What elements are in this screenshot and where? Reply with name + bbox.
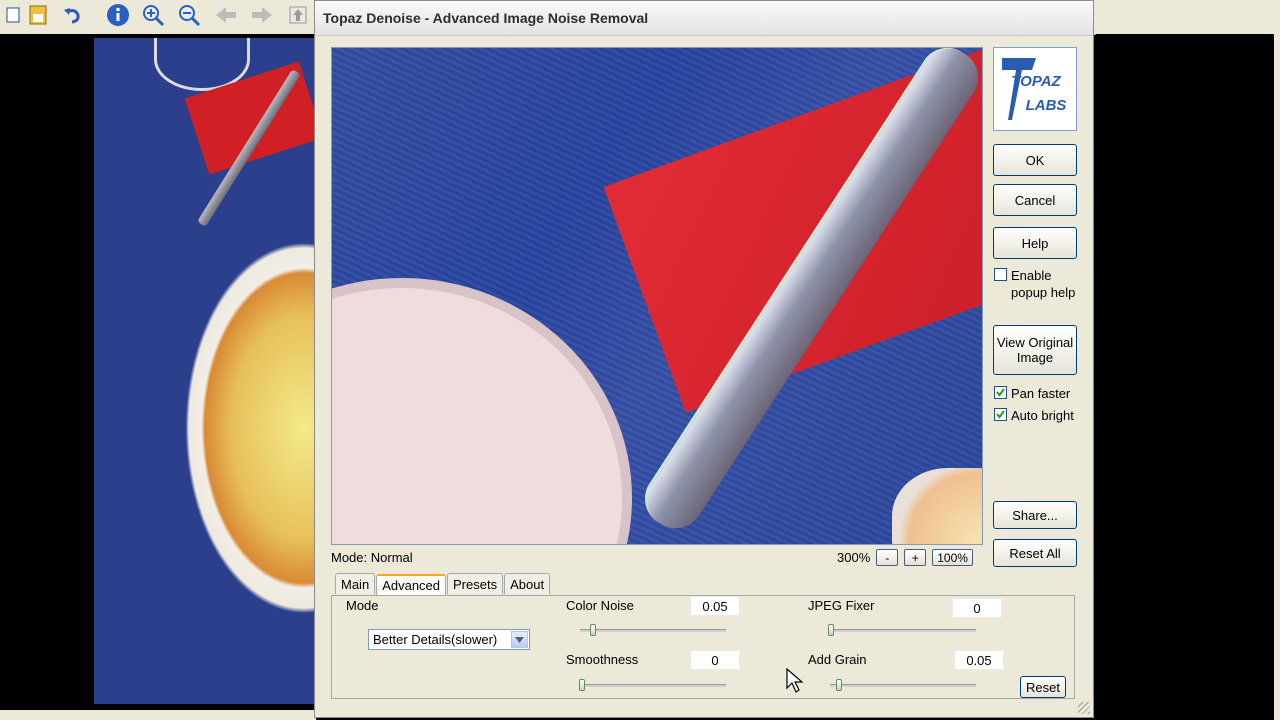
smoothness-slider-track[interactable]: [580, 684, 726, 687]
help-button[interactable]: Help: [993, 227, 1077, 259]
back-arrow-icon[interactable]: [212, 2, 240, 28]
zoom-100-button[interactable]: 100%: [932, 549, 973, 566]
share-button[interactable]: Share...: [993, 501, 1077, 529]
color-noise-label: Color Noise: [566, 598, 634, 613]
auto-bright-checkbox[interactable]: Auto bright: [994, 408, 1074, 423]
mode-label: Mode: [346, 598, 379, 613]
zoom-out-button[interactable]: -: [876, 549, 899, 566]
mode-select-value: Better Details(slower): [373, 632, 498, 647]
tab-presets[interactable]: Presets: [447, 573, 504, 594]
zoom-in-button[interactable]: +: [904, 549, 927, 566]
mouse-cursor-icon: [786, 667, 804, 697]
logo-text-bottom: LABS: [1026, 97, 1067, 114]
preview-mode-label: Mode: Normal: [331, 550, 413, 565]
zoom-out-icon[interactable]: [175, 2, 203, 28]
host-status-bar: [0, 710, 316, 720]
ok-button[interactable]: OK: [993, 144, 1077, 176]
smoothness-value[interactable]: 0: [690, 650, 740, 670]
host-right-area: [1096, 34, 1280, 720]
add-grain-label: Add Grain: [808, 652, 867, 667]
enable-popup-help-checkbox[interactable]: Enable popup help: [994, 268, 1081, 301]
up-icon[interactable]: [284, 2, 312, 28]
jpeg-fixer-label: JPEG Fixer: [808, 598, 875, 613]
save-icon[interactable]: [24, 2, 52, 28]
denoise-dialog: Topaz Denoise - Advanced Image Noise Rem…: [314, 0, 1094, 718]
jpeg-fixer-slider-thumb[interactable]: [828, 624, 834, 636]
color-noise-slider-track[interactable]: [580, 629, 726, 632]
zoom-controls: 300% - + 100%: [837, 549, 973, 566]
popup-help-checkbox-box[interactable]: [994, 268, 1007, 281]
add-grain-value[interactable]: 0.05: [954, 650, 1004, 670]
tab-main[interactable]: Main: [335, 573, 376, 594]
reset-button[interactable]: Reset: [1020, 676, 1066, 698]
checkmark-icon[interactable]: [994, 408, 1007, 421]
undo-icon[interactable]: [58, 2, 86, 28]
cancel-button[interactable]: Cancel: [993, 184, 1077, 216]
smoothness-slider-thumb[interactable]: [579, 679, 585, 691]
info-icon[interactable]: [104, 2, 132, 28]
tab-advanced[interactable]: Advanced: [376, 574, 447, 595]
chevron-down-icon[interactable]: [511, 631, 528, 648]
zoom-level: 300%: [837, 550, 871, 565]
view-original-button[interactable]: View Original Image: [993, 325, 1077, 375]
add-grain-slider-track[interactable]: [830, 684, 976, 687]
pan-faster-checkbox[interactable]: Pan faster: [994, 386, 1070, 401]
color-noise-slider-thumb[interactable]: [590, 624, 597, 636]
jpeg-fixer-value[interactable]: 0: [952, 598, 1002, 618]
topaz-logo: TOPAZ LABS: [993, 47, 1077, 131]
settings-tabs: Main Advanced Presets About: [335, 573, 551, 595]
auto-bright-label: Auto bright: [1011, 408, 1074, 423]
forward-arrow-icon[interactable]: [248, 2, 276, 28]
enable-popup-help-label: Enable popup help: [1011, 268, 1076, 300]
advanced-panel: Mode Better Details(slower) Color Noise …: [331, 595, 1075, 699]
pan-faster-label: Pan faster: [1011, 386, 1071, 401]
mode-select[interactable]: Better Details(slower): [368, 629, 530, 650]
image-preview[interactable]: [331, 47, 983, 545]
host-scrollbar[interactable]: [1274, 34, 1280, 720]
dialog-titlebar[interactable]: Topaz Denoise - Advanced Image Noise Rem…: [315, 1, 1093, 36]
jpeg-fixer-slider-track[interactable]: [830, 629, 976, 632]
resize-grip-icon[interactable]: [1078, 702, 1090, 714]
tab-about[interactable]: About: [504, 573, 551, 594]
add-grain-slider-thumb[interactable]: [836, 679, 843, 691]
reset-all-button[interactable]: Reset All: [993, 539, 1077, 567]
logo-text-top: TOPAZ: [1011, 73, 1061, 90]
checkmark-icon[interactable]: [994, 386, 1007, 399]
dialog-title: Topaz Denoise - Advanced Image Noise Rem…: [323, 10, 649, 26]
zoom-in-icon[interactable]: [139, 2, 167, 28]
smoothness-label: Smoothness: [566, 652, 639, 667]
color-noise-value[interactable]: 0.05: [690, 596, 740, 616]
host-photo: [94, 38, 314, 704]
